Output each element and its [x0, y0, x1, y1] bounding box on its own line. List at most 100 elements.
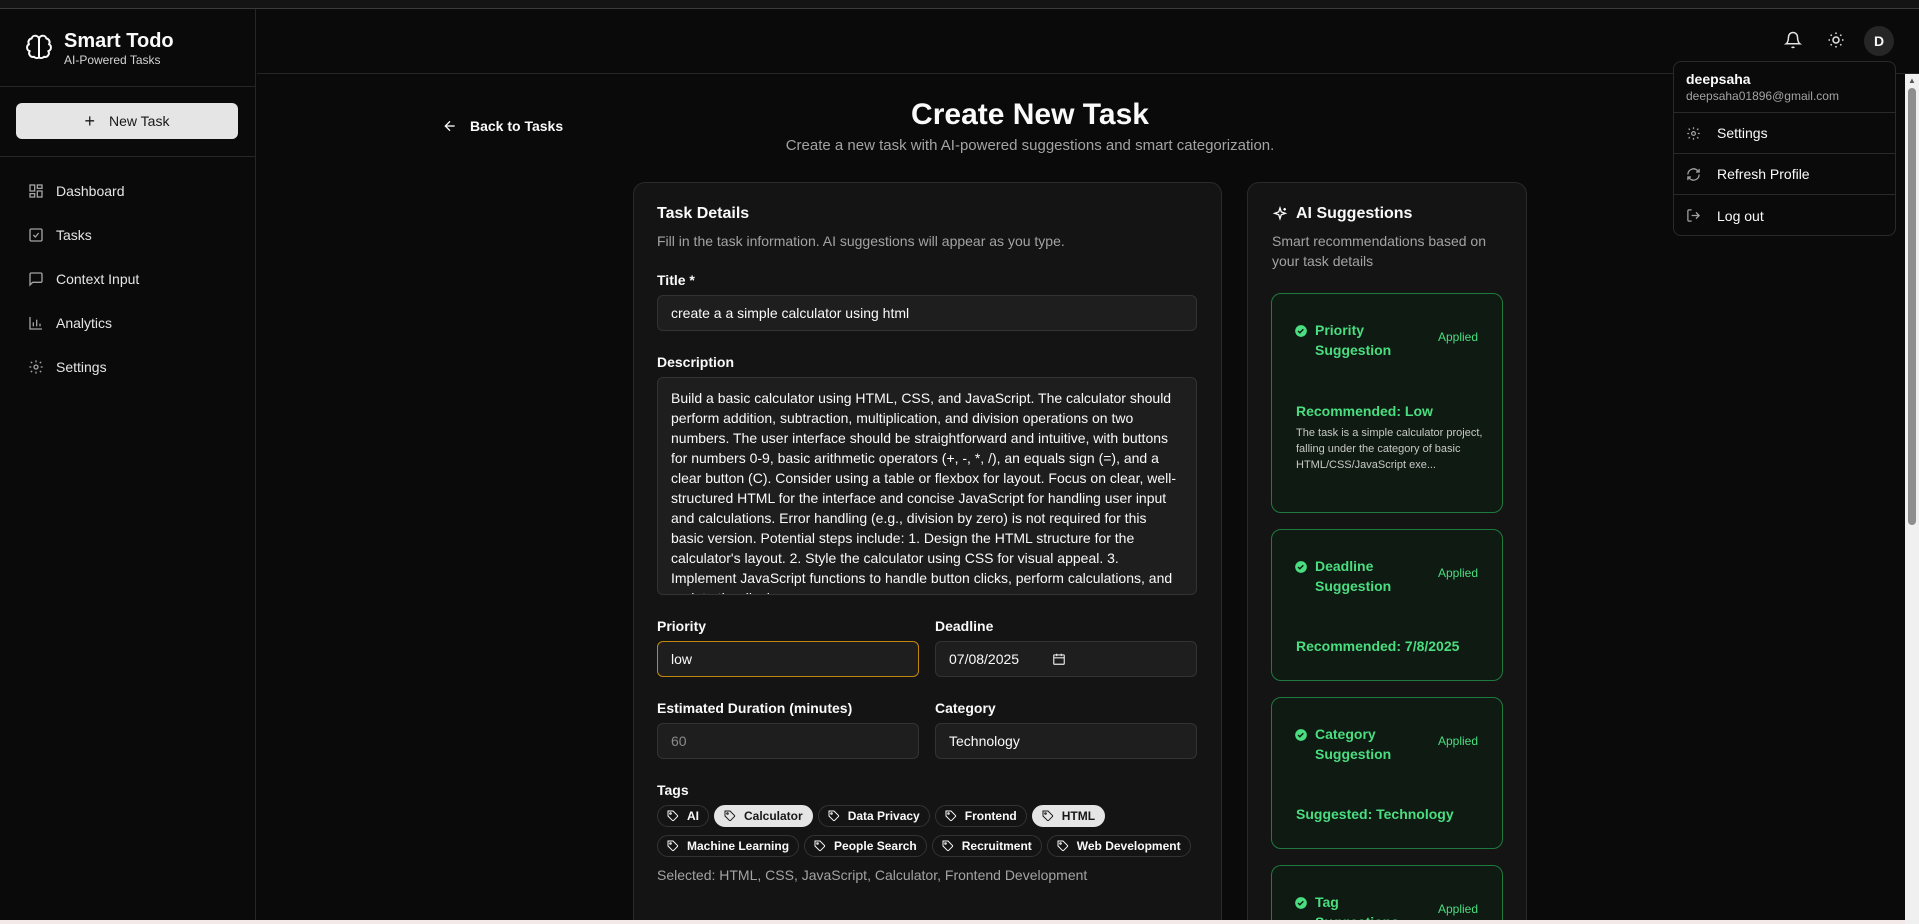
new-task-area: + New Task [0, 87, 255, 157]
deadline-label: Deadline [935, 618, 994, 634]
tag-icon [724, 810, 736, 822]
logout-icon [1687, 209, 1701, 222]
suggestion-name: Category Suggestion [1315, 726, 1392, 762]
sidebar-item-settings[interactable]: Settings [0, 345, 255, 389]
category-input[interactable]: Technology [935, 723, 1197, 759]
user-name: deepsaha [1686, 71, 1751, 87]
tag-icon [942, 840, 953, 852]
tag-icon [667, 840, 679, 852]
tag-suggestions-card[interactable]: Tag Suggestions Applied [1271, 865, 1503, 924]
tag-recruitment[interactable]: Recruitment [931, 835, 1042, 857]
applied-badge: Applied [1437, 734, 1478, 748]
priority-suggestion-card[interactable]: Priority Suggestion Applied Recommended:… [1271, 293, 1503, 513]
scrollbar-thumb[interactable] [1908, 88, 1916, 525]
sidebar-item-label: Settings [56, 359, 107, 375]
ai-suggestions-title: AI Suggestions [1296, 205, 1413, 222]
notifications-button[interactable] [1783, 31, 1803, 49]
brand[interactable]: Smart Todo AI-Powered Tasks [0, 9, 255, 87]
new-task-label: New Task [109, 113, 170, 129]
page-title: Create New Task [911, 98, 1149, 131]
tag-people-search[interactable]: People Search [804, 835, 927, 857]
sidebar-item-label: Analytics [56, 315, 113, 331]
title-input[interactable]: create a a simple calculator using html [657, 295, 1197, 331]
priority-label: Priority [657, 618, 707, 634]
sidebar: Smart Todo AI-Powered Tasks + New Task D… [0, 9, 256, 924]
gear-icon [1687, 126, 1700, 140]
tag-ai[interactable]: AI [657, 805, 709, 827]
menu-item-label: Log out [1717, 207, 1764, 224]
calendar-icon[interactable] [1052, 652, 1066, 666]
message-icon [29, 272, 43, 287]
tag-list: AI Calculator Data Privacy Frontend HTML Mach… [657, 805, 1197, 865]
new-task-button[interactable]: + New Task [16, 103, 238, 139]
sidebar-item-label: Dashboard [56, 183, 125, 199]
dashboard-icon [29, 184, 43, 198]
tag-label: Data Privacy [847, 809, 920, 823]
brand-title: Smart Todo [64, 29, 174, 52]
sidebar-nav: Dashboard Tasks Context Input Analytics … [0, 157, 255, 389]
deadline-suggestion-card[interactable]: Deadline Suggestion Applied Recommended:… [1271, 529, 1503, 681]
brand-subtitle: AI-Powered Tasks [64, 52, 161, 67]
suggestion-header: Category Suggestion [1294, 724, 1415, 764]
sparkles-icon [1272, 206, 1288, 221]
chart-icon [29, 317, 42, 330]
back-label: Back to Tasks [470, 118, 564, 134]
deadline-input[interactable]: 07/08/2025 [935, 641, 1197, 677]
menu-item-log-out[interactable]: Log out [1674, 195, 1895, 236]
tag-icon [945, 810, 956, 822]
tag-html[interactable]: HTML [1031, 805, 1106, 827]
description-label: Description [657, 354, 735, 370]
bell-icon [1783, 31, 1803, 49]
suggestion-recommendation: Suggested: Technology [1296, 806, 1454, 822]
tag-frontend[interactable]: Frontend [934, 805, 1027, 827]
task-details-desc: Fill in the task information. AI suggest… [657, 233, 1065, 249]
menu-item-settings[interactable]: Settings [1674, 113, 1895, 154]
sidebar-item-context-input[interactable]: Context Input [0, 257, 255, 301]
tag-icon [1057, 840, 1068, 852]
deadline-value: 07/08/2025 [949, 651, 1020, 667]
tag-label: Frontend [964, 809, 1017, 823]
check-circle-icon [1295, 897, 1307, 909]
tag-label: AI [687, 809, 699, 823]
window-top-strip [0, 0, 1919, 9]
scroll-up-arrow-icon[interactable]: ▲ [1905, 74, 1919, 88]
title-label: Title * [657, 272, 695, 288]
check-circle-icon [1295, 561, 1307, 573]
avatar[interactable]: D [1864, 26, 1894, 56]
tag-icon [828, 810, 839, 822]
suggestion-header: Deadline Suggestion [1294, 556, 1415, 596]
sidebar-item-tasks[interactable]: Tasks [0, 213, 255, 257]
sidebar-item-analytics[interactable]: Analytics [0, 301, 255, 345]
theme-toggle-button[interactable] [1827, 31, 1845, 49]
tag-label: Recruitment [961, 839, 1032, 853]
menu-item-label: Settings [1717, 125, 1768, 141]
suggestion-recommendation: Recommended: 7/8/2025 [1296, 638, 1460, 654]
user-info: deepsaha deepsaha01896@gmail.com [1674, 62, 1895, 113]
ai-suggestions-desc: Smart recommendations based on your task… [1272, 233, 1486, 269]
priority-input[interactable]: low [657, 641, 919, 677]
description-textarea[interactable]: Build a basic calculator using HTML, CSS… [657, 377, 1197, 595]
tags-label: Tags [657, 782, 689, 798]
tag-data-privacy[interactable]: Data Privacy [817, 805, 930, 827]
gear-icon [29, 360, 43, 374]
applied-badge: Applied [1437, 566, 1478, 580]
category-suggestion-card[interactable]: Category Suggestion Applied Suggested: T… [1271, 697, 1503, 849]
suggestion-recommendation: Recommended: Low [1296, 403, 1433, 419]
plus-icon: + [84, 111, 96, 131]
task-details-title: Task Details [657, 205, 750, 222]
sidebar-item-dashboard[interactable]: Dashboard [0, 169, 255, 213]
tag-calculator[interactable]: Calculator [714, 805, 813, 827]
menu-item-refresh-profile[interactable]: Refresh Profile [1674, 154, 1895, 195]
duration-input[interactable]: 60 [657, 723, 919, 759]
tag-machine-learning[interactable]: Machine Learning [657, 835, 800, 857]
tag-web-development[interactable]: Web Development [1046, 835, 1191, 857]
sidebar-item-label: Context Input [56, 271, 140, 287]
back-to-tasks-link[interactable]: Back to Tasks [442, 118, 563, 134]
suggestion-name: Priority Suggestion [1315, 322, 1392, 358]
top-header: D [257, 9, 1919, 74]
tasks-icon [29, 228, 43, 242]
tag-label: Machine Learning [687, 839, 790, 853]
sidebar-item-label: Tasks [56, 227, 92, 243]
tag-icon [1042, 810, 1053, 822]
user-email: deepsaha01896@gmail.com [1686, 89, 1839, 103]
